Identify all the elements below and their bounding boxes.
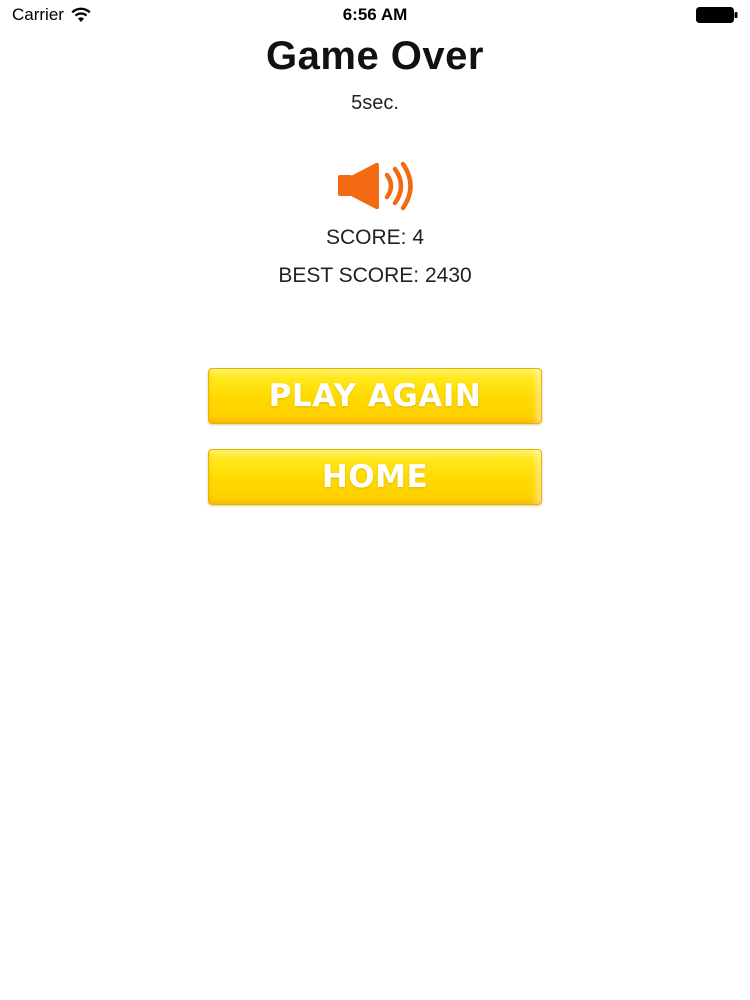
best-score-label: BEST SCORE: 2430 (278, 264, 472, 287)
speaker-icon[interactable] (335, 160, 417, 212)
play-again-button[interactable]: PLAY AGAIN (208, 368, 542, 424)
battery-icon (696, 7, 738, 23)
status-bar: Carrier 6:56 AM (0, 0, 750, 30)
page-title: Game Over (266, 34, 484, 78)
home-label: HOME (321, 459, 429, 495)
status-time: 6:56 AM (342, 5, 408, 24)
score-label: SCORE: 4 (325, 226, 425, 249)
elapsed-time: 5sec. (351, 92, 399, 114)
home-button[interactable]: HOME (208, 449, 542, 505)
play-again-label: PLAY AGAIN (268, 378, 482, 414)
